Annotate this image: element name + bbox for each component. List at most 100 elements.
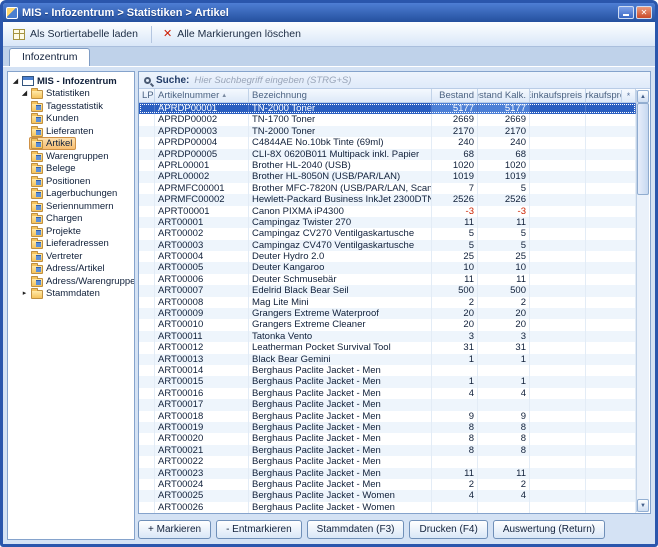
stammdaten-button[interactable]: Stammdaten (F3) (307, 520, 405, 539)
table-row[interactable]: APRDP00003TN-2000 Toner21702170 (139, 126, 636, 137)
cell-bestand: 20 (432, 319, 478, 330)
table-panel: Suche: Hier Suchbegriff eingeben (STRG+S… (138, 71, 651, 540)
table-row[interactable]: ART00013Black Bear Gemini11 (139, 354, 636, 365)
table-row[interactable]: ART00001Campingaz Twister 2701111 (139, 217, 636, 228)
table-row[interactable]: ART00018Berghaus Paclite Jacket - Men99 (139, 411, 636, 422)
table-row[interactable]: ART00002Campingaz CV270 Ventilgaskartusc… (139, 228, 636, 239)
auswertung-button[interactable]: Auswertung (Return) (493, 520, 605, 539)
table-row[interactable]: ART00016Berghaus Paclite Jacket - Men44 (139, 388, 636, 399)
table-row[interactable]: ART00009Grangers Extreme Waterproof2020 (139, 308, 636, 319)
cell-lp (139, 388, 155, 399)
table-row[interactable]: ART00024Berghaus Paclite Jacket - Men22 (139, 479, 636, 490)
cell-bestand_kalk: 2 (478, 297, 530, 308)
tree-item-lieferanten[interactable]: Lieferanten (9, 125, 133, 138)
red-x-icon: ✕ (163, 29, 172, 40)
table-row[interactable]: ART00008Mag Lite Mini22 (139, 297, 636, 308)
tree-root[interactable]: ◢MIS - Infozentrum (9, 75, 133, 88)
table-row[interactable]: APRMFC00002Hewlett-Packard Business InkJ… (139, 194, 636, 205)
table-row[interactable]: ART00020Berghaus Paclite Jacket - Men88 (139, 433, 636, 444)
expand-icon[interactable]: ◢ (11, 78, 20, 85)
table-row[interactable]: ART00022Berghaus Paclite Jacket - Men (139, 456, 636, 467)
cell-bezeichnung: TN-1700 Toner (249, 114, 432, 125)
table-row[interactable]: ART00003Campingaz CV470 Ventilgaskartusc… (139, 240, 636, 251)
table-row[interactable]: ART00019Berghaus Paclite Jacket - Men88 (139, 422, 636, 433)
table-row[interactable]: APRDP00004C4844AE No.10bk Tinte (69ml)24… (139, 137, 636, 148)
tree-item-label: Adress/Warengruppen (46, 276, 135, 287)
table-row[interactable]: ART00007Edelrid Black Bear Seil500500 (139, 285, 636, 296)
cell-bezeichnung: Grangers Extreme Waterproof (249, 308, 432, 319)
tree-item-positionen[interactable]: Positionen (9, 175, 133, 188)
scroll-thumb[interactable] (637, 103, 649, 195)
table-row[interactable]: APRDP00002TN-1700 Toner26692669 (139, 114, 636, 125)
tree-item-belege[interactable]: Belege (9, 163, 133, 176)
table-row[interactable]: ART00010Grangers Extreme Cleaner2020 (139, 319, 636, 330)
tree-item-lagerbuchungen[interactable]: Lagerbuchungen (9, 188, 133, 201)
table-row[interactable]: APRT00001Canon PIXMA iP4300-3-3 (139, 206, 636, 217)
statistics-folder-icon (31, 178, 43, 187)
table-row[interactable]: APRDP00005CLI-8X 0620B011 Multipack inkl… (139, 149, 636, 160)
clear-marks-button[interactable]: ✕ Alle Markierungen löschen (157, 25, 309, 43)
tree-item-artikel[interactable]: Artikel (9, 138, 133, 151)
search-input[interactable]: Hier Suchbegriff eingeben (STRG+S) (194, 75, 645, 86)
tree-item-kunden[interactable]: Kunden (9, 113, 133, 126)
column-chooser-button[interactable]: * (621, 90, 635, 103)
drucken-button[interactable]: Drucken (F4) (409, 520, 487, 539)
tab-infozentrum[interactable]: Infozentrum (9, 48, 90, 66)
column-header-lp[interactable]: LP (139, 89, 155, 102)
table-row[interactable]: APRL00001Brother HL-2040 (USB)10201020 (139, 160, 636, 171)
toolbar-separator (151, 26, 152, 43)
vertical-scrollbar[interactable]: ▲ ▼ (636, 90, 649, 512)
minimize-button[interactable] (618, 6, 634, 19)
table-row[interactable]: ART00021Berghaus Paclite Jacket - Men88 (139, 445, 636, 456)
statistics-folder-icon (31, 203, 43, 212)
load-sorttable-button[interactable]: Als Sortiertabelle laden (7, 25, 146, 43)
table-row[interactable]: ART00025Berghaus Paclite Jacket - Women4… (139, 490, 636, 501)
expand-icon[interactable]: ▸ (20, 290, 29, 297)
column-header-bestand_kalk[interactable]: Bestand Kalk. (478, 89, 530, 102)
table-row[interactable]: ART00005Deuter Kangaroo1010 (139, 262, 636, 273)
cell-artikelnummer: ART00023 (155, 468, 249, 479)
tree-branch-statistiken[interactable]: ◢Statistiken (9, 88, 133, 101)
table-row[interactable]: APRL00002Brother HL-8050N (USB/PAR/LAN)1… (139, 171, 636, 182)
cell-lp (139, 126, 155, 137)
cell-artikelnummer: APRL00001 (155, 160, 249, 171)
cell-einkaufspreis (530, 285, 586, 296)
tree-branch-stammdaten[interactable]: ▸Stammdaten (9, 288, 133, 301)
table-row[interactable]: ART00015Berghaus Paclite Jacket - Men11 (139, 376, 636, 387)
column-header-einkaufspreis[interactable]: Einkaufspreis (530, 89, 586, 102)
table-row[interactable]: ART00006Deuter Schmusebär1111 (139, 274, 636, 285)
tree-item-lieferadressen[interactable]: Lieferadressen (9, 238, 133, 251)
cell-bestand_kalk: 5 (478, 240, 530, 251)
column-header-artikelnummer[interactable]: Artikelnummer▲ (155, 89, 249, 102)
table-row[interactable]: ART00017Berghaus Paclite Jacket - Men (139, 399, 636, 410)
tree-item-seriennummern[interactable]: Seriennummern (9, 200, 133, 213)
table-row[interactable]: ART00004Deuter Hydro 2.02525 (139, 251, 636, 262)
table-row[interactable]: ART00014Berghaus Paclite Jacket - Men (139, 365, 636, 376)
tree-item-projekte[interactable]: Projekte (9, 225, 133, 238)
table-row[interactable]: ART00023Berghaus Paclite Jacket - Men111… (139, 468, 636, 479)
tree-item-tagesstatistik[interactable]: Tagesstatistik (9, 100, 133, 113)
cell-verkaufspreis (586, 388, 636, 399)
scroll-up-button[interactable]: ▲ (637, 90, 649, 103)
expand-icon[interactable]: ◢ (20, 90, 29, 97)
scroll-down-button[interactable]: ▼ (637, 499, 649, 512)
tree-item-vertreter[interactable]: Vertreter (9, 250, 133, 263)
scroll-track[interactable] (637, 103, 649, 499)
tree-item-warengruppen[interactable]: Warengruppen (9, 150, 133, 163)
mark-button[interactable]: + Markieren (138, 520, 211, 539)
table-row[interactable]: APRMFC00001Brother MFC-7820N (USB/PAR/LA… (139, 183, 636, 194)
tree-item-chargen[interactable]: Chargen (9, 213, 133, 226)
tree-item-adress-warengruppen[interactable]: Adress/Warengruppen (9, 275, 133, 288)
cell-bestand_kalk: 1019 (478, 171, 530, 182)
column-header-bestand[interactable]: Bestand (432, 89, 478, 102)
cell-einkaufspreis (530, 251, 586, 262)
unmark-button[interactable]: - Entmarkieren (216, 520, 302, 539)
tree-item-adress-artikel[interactable]: Adress/Artikel (9, 263, 133, 276)
table-row[interactable]: APRDP00001TN-2000 Toner51775177 (139, 103, 636, 114)
tree-item-label: Vertreter (46, 251, 82, 262)
table-row[interactable]: ART00011Tatonka Vento33 (139, 331, 636, 342)
close-button[interactable]: ✕ (636, 6, 652, 19)
table-row[interactable]: ART00012Leatherman Pocket Survival Tool3… (139, 342, 636, 353)
table-row[interactable]: ART00026Berghaus Paclite Jacket - Women (139, 502, 636, 513)
column-header-bezeichnung[interactable]: Bezeichnung (249, 89, 432, 102)
